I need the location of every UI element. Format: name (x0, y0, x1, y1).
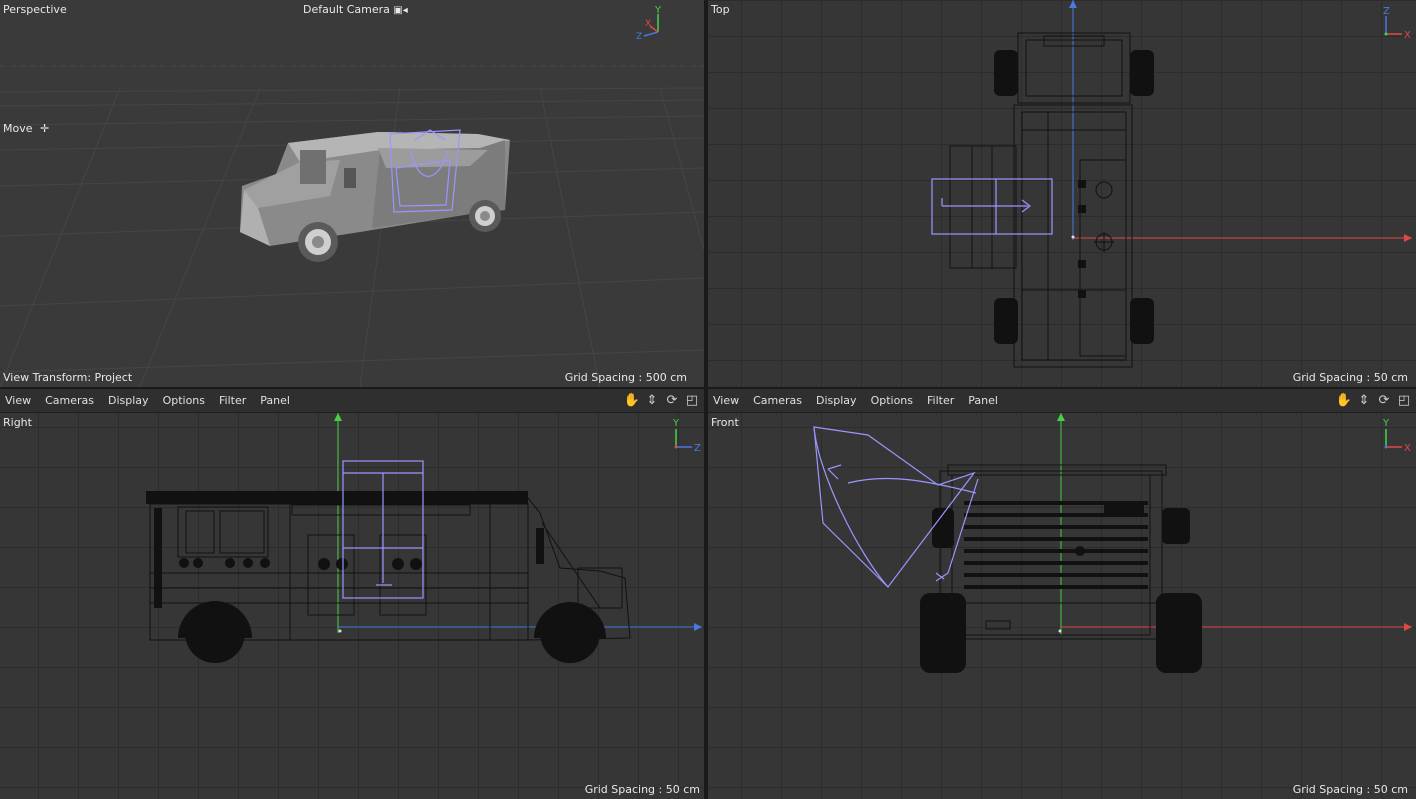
grid-spacing-perspective: Grid Spacing : 500 cm (564, 371, 687, 384)
viewport-name-top: Top (711, 3, 730, 16)
menubar-front: View Cameras Display Options Filter Pane… (708, 389, 1416, 413)
front-grille (964, 501, 1148, 589)
viewport-name-perspective: Perspective (3, 3, 67, 16)
axis-label-front-b: X (1404, 443, 1411, 454)
grid-spacing-top: Grid Spacing : 50 cm (1292, 371, 1408, 384)
axis-label-top-a: Z (1383, 6, 1390, 17)
perspective-scene[interactable] (0, 0, 704, 387)
menu-cameras[interactable]: Cameras (45, 394, 94, 407)
selected-object-wire-side (342, 460, 424, 599)
tool-name: Move (3, 122, 33, 135)
menubar-right: View Cameras Display Options Filter Pane… (0, 389, 704, 413)
active-tool-label: Move ✛ (3, 122, 49, 135)
menu-display[interactable]: Display (108, 394, 149, 407)
selected-object-wire-front (813, 426, 979, 588)
axis-label-y: Y (654, 6, 662, 16)
pan-hand-icon[interactable]: ✋ (1336, 392, 1352, 408)
menu-panel[interactable]: Panel (260, 394, 290, 407)
menu-display[interactable]: Display (816, 394, 857, 407)
camera-name[interactable]: Default Camera (303, 3, 390, 16)
menu-filter[interactable]: Filter (219, 394, 246, 407)
axis-label-z: Z (636, 32, 642, 42)
menu-panel[interactable]: Panel (968, 394, 998, 407)
pan-hand-icon[interactable]: ✋ (624, 392, 640, 408)
camera-label[interactable]: Default Camera ▣◂ (303, 3, 408, 16)
viewport-perspective[interactable]: Perspective Default Camera ▣◂ Move ✛ Vie… (0, 0, 704, 387)
menu-cameras[interactable]: Cameras (753, 394, 802, 407)
view-transform-label: View Transform: Project (3, 371, 133, 384)
axis-gizmo-front: Y X (1382, 418, 1411, 454)
grid-spacing-right: Grid Spacing : 50 cm (584, 783, 700, 796)
top-scene[interactable] (708, 0, 1416, 387)
axis-gizmo-perspective: Y X Z (636, 6, 662, 42)
move-icon: ✛ (40, 122, 50, 135)
viewport-name-front: Front (711, 416, 739, 429)
viewport-top[interactable]: Top Grid Spacing : 50 cm Z X (708, 0, 1416, 387)
menu-options[interactable]: Options (163, 394, 205, 407)
rotate-icon[interactable]: ⟳ (1376, 392, 1392, 408)
rotate-icon[interactable]: ⟳ (664, 392, 680, 408)
menu-filter[interactable]: Filter (927, 394, 954, 407)
menu-options[interactable]: Options (871, 394, 913, 407)
move-arrows-icon[interactable]: ⇕ (644, 392, 660, 408)
viewport-name-right: Right (3, 416, 32, 429)
axis-label-right-b: Z (694, 443, 701, 454)
axis-label-front-a: Y (1382, 418, 1390, 429)
truck-wire-top (949, 32, 1133, 368)
axis-gizmo-top: Z X (1383, 6, 1411, 41)
move-arrows-icon[interactable]: ⇕ (1356, 392, 1372, 408)
axis-label-x: X (645, 19, 651, 29)
grid-spacing-front: Grid Spacing : 50 cm (1292, 783, 1408, 796)
right-scene[interactable] (0, 413, 704, 799)
camera-icon[interactable]: ▣◂ (393, 5, 407, 16)
front-scene[interactable] (708, 413, 1416, 799)
axis-label-top-b: X (1404, 30, 1411, 41)
menu-view[interactable]: View (5, 394, 31, 407)
truck-model (240, 132, 510, 262)
maximize-icon[interactable]: ◰ (1396, 392, 1412, 408)
viewport-front[interactable]: Front Grid Spacing : 50 cm Y X (708, 413, 1416, 799)
axis-label-right-a: Y (672, 418, 680, 429)
menu-view[interactable]: View (713, 394, 739, 407)
maximize-icon[interactable]: ◰ (684, 392, 700, 408)
axis-gizmo-right: Y Z (672, 418, 701, 454)
viewport-right[interactable]: Right Grid Spacing : 50 cm Y Z (0, 413, 704, 799)
